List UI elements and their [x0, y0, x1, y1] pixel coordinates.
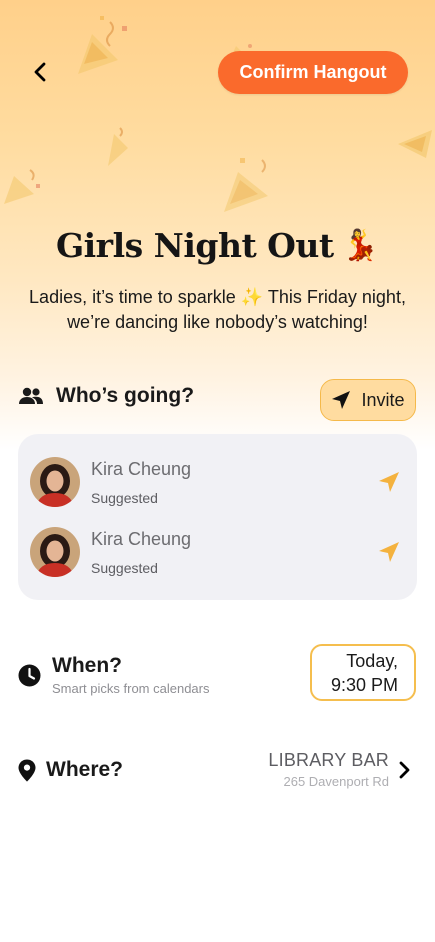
guest-status: Suggested: [91, 559, 158, 576]
invite-button[interactable]: Invite: [320, 379, 416, 421]
event-description: Ladies, it’s time to sparkle ✨ This Frid…: [29, 287, 406, 332]
chevron-left-icon: [34, 62, 46, 82]
party-popper-decoration: [108, 127, 128, 166]
venue-name: LIBRARY BAR: [268, 750, 389, 770]
when-subtitle: Smart picks from calendars: [52, 681, 210, 696]
guest-list: Kira Cheung Suggested Kira Cheung Sugges…: [18, 434, 417, 600]
back-button[interactable]: [26, 56, 54, 88]
party-popper-decoration: [224, 158, 268, 212]
invite-label: Invite: [361, 389, 405, 410]
venue-address: 265 Davenport Rd: [283, 774, 389, 789]
when-section: When? Smart picks from calendars: [18, 654, 210, 696]
send-invite-button[interactable]: [373, 536, 405, 568]
hangout-screen: Confirm Hangout Girls Night Out 💃 Ladies…: [0, 0, 435, 942]
clock-icon: [18, 664, 41, 686]
guest-name: Kira Cheung: [91, 458, 192, 479]
party-popper-decoration: [78, 16, 127, 74]
dancer-icon: 💃: [341, 228, 380, 262]
time-value: 9:30 PM: [330, 674, 398, 695]
time-picker[interactable]: Today, 9:30 PM: [310, 644, 416, 701]
guest-row[interactable]: Kira Cheung Suggested: [30, 452, 405, 512]
where-section: Where?: [18, 758, 123, 782]
send-icon: [379, 542, 399, 562]
people-icon: [19, 387, 43, 404]
send-icon: [332, 391, 351, 409]
send-icon: [379, 472, 399, 492]
event-title-row: Girls Night Out 💃: [0, 226, 435, 265]
confirm-hangout-button[interactable]: Confirm Hangout: [218, 51, 408, 94]
event-title: Girls Night Out: [55, 226, 334, 265]
time-day: Today,: [346, 650, 398, 671]
where-title: Where?: [46, 758, 124, 781]
party-popper-decoration: [398, 130, 432, 158]
venue-selector[interactable]: LIBRARY BAR 265 Davenport Rd: [268, 750, 389, 789]
avatar: [30, 457, 80, 507]
chevron-right-icon: [399, 761, 410, 779]
guests-header: Who’s going?: [18, 384, 194, 408]
party-popper-decoration: [4, 169, 40, 204]
guests-title: Who’s going?: [56, 384, 195, 407]
avatar: [30, 527, 80, 577]
when-title: When?: [52, 654, 122, 677]
guest-status: Suggested: [91, 489, 158, 506]
venue-chevron-button[interactable]: [396, 759, 412, 781]
location-pin-icon: [18, 759, 36, 782]
send-invite-button[interactable]: [373, 466, 405, 498]
guest-name: Kira Cheung: [91, 528, 192, 549]
guest-row[interactable]: Kira Cheung Suggested: [30, 522, 405, 582]
